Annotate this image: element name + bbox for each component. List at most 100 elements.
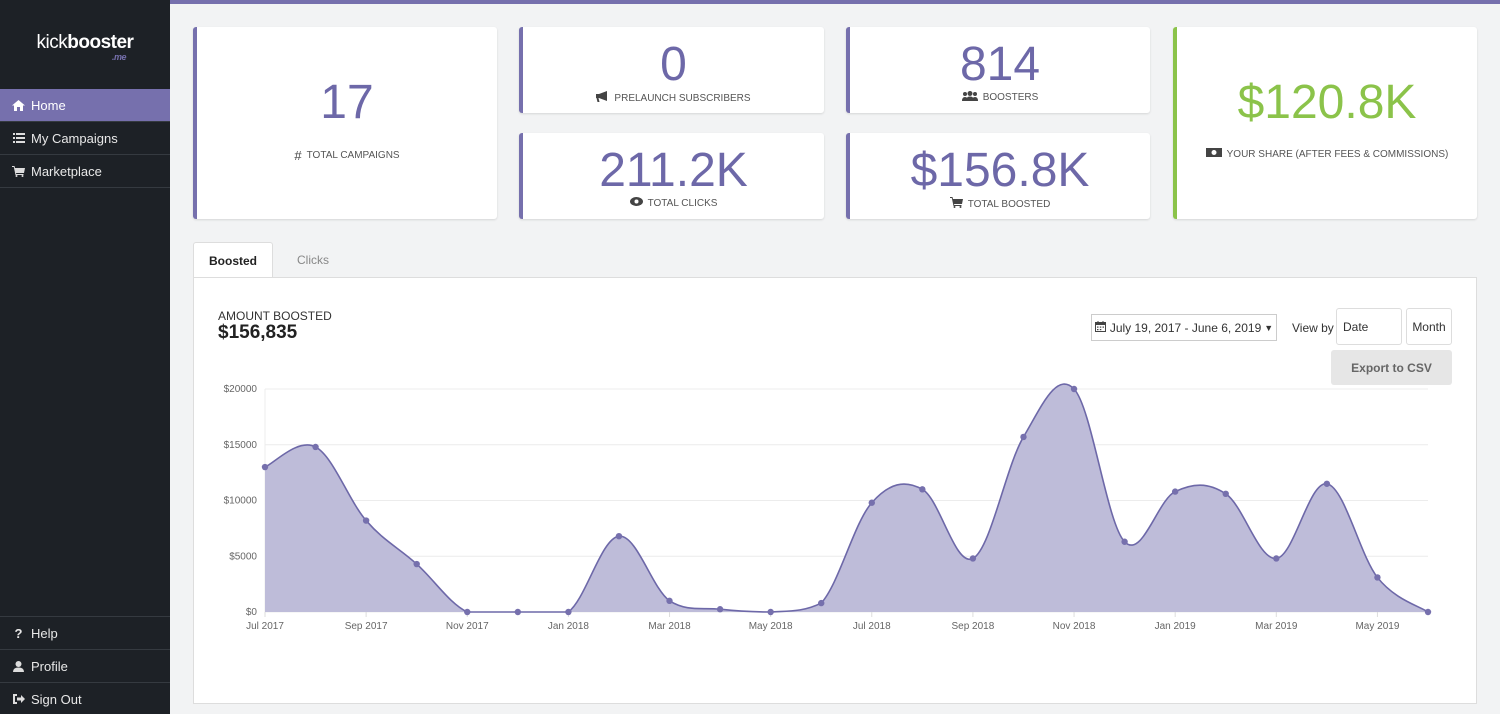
x-tick-label: Jan 2018 bbox=[548, 621, 590, 632]
date-range-text: July 19, 2017 - June 6, 2019 bbox=[1109, 320, 1262, 335]
data-point[interactable] bbox=[413, 560, 420, 568]
y-tick-label: $20000 bbox=[224, 384, 258, 395]
data-point[interactable] bbox=[919, 486, 926, 493]
y-tick-label: $10000 bbox=[224, 496, 258, 507]
stat-value: 211.2K bbox=[599, 144, 748, 197]
x-tick-label: May 2019 bbox=[1355, 621, 1399, 632]
sign-out-icon bbox=[12, 694, 25, 704]
data-point[interactable] bbox=[1273, 555, 1280, 562]
stat-label-text: PRELAUNCH SUBSCRIBERS bbox=[614, 92, 751, 104]
sidebar-item-home[interactable]: Home bbox=[0, 89, 170, 122]
sidebar-item-my-campaigns[interactable]: My Campaigns bbox=[0, 122, 170, 155]
cart-icon bbox=[949, 197, 963, 211]
cart-icon bbox=[12, 165, 25, 177]
view-by-label: View by bbox=[1292, 321, 1334, 335]
megaphone-icon bbox=[596, 91, 609, 105]
view-by-date-button[interactable]: Date bbox=[1336, 308, 1402, 345]
data-point[interactable] bbox=[716, 606, 724, 613]
stat-label: TOTAL BOOSTED bbox=[850, 197, 1150, 211]
sidebar-item-profile[interactable]: Profile bbox=[0, 649, 170, 682]
y-tick-label: $15000 bbox=[224, 440, 258, 451]
stat-card-total-boosted: $156.8K TOTAL BOOSTED bbox=[846, 133, 1150, 219]
data-point[interactable] bbox=[1222, 490, 1229, 498]
stat-label: TOTAL CLICKS bbox=[523, 197, 824, 209]
data-point[interactable] bbox=[1121, 538, 1128, 545]
users-icon bbox=[961, 91, 978, 104]
stat-card-boosters: 814 BOOSTERS bbox=[846, 27, 1150, 113]
logo[interactable]: kickbooster .me bbox=[0, 32, 170, 62]
data-point[interactable] bbox=[261, 463, 269, 471]
question-icon: ? bbox=[14, 625, 23, 641]
x-tick-label: Nov 2017 bbox=[446, 621, 489, 632]
stat-card-your-share: $120.8K YOUR SHARE (AFTER FEES & COMMISS… bbox=[1173, 27, 1477, 219]
x-tick-label: Mar 2019 bbox=[1255, 621, 1298, 632]
chart-tabs: Boosted Clicks bbox=[193, 242, 353, 278]
stat-card-prelaunch-subscribers: 0 PRELAUNCH SUBSCRIBERS bbox=[519, 27, 824, 113]
data-point[interactable] bbox=[1070, 385, 1078, 393]
stat-value: $156.8K bbox=[910, 144, 1090, 197]
stat-label-text: TOTAL CAMPAIGNS bbox=[306, 150, 400, 161]
x-tick-label: Jan 2019 bbox=[1155, 621, 1197, 632]
data-point[interactable] bbox=[312, 443, 319, 451]
sidebar-item-label: Profile bbox=[31, 658, 68, 674]
y-tick-label: $0 bbox=[246, 607, 258, 618]
boosted-area-chart: $0 $5000 $10000 $15000 $20000 Jul 2017 Sep 20… bbox=[224, 383, 1432, 632]
y-axis-labels: $0 $5000 $10000 $15000 $20000 bbox=[224, 384, 258, 618]
sidebar-item-marketplace[interactable]: Marketplace bbox=[0, 155, 170, 188]
money-icon bbox=[1205, 148, 1222, 160]
list-icon bbox=[12, 133, 25, 143]
x-tick-label: Mar 2018 bbox=[648, 621, 691, 632]
stat-label: YOUR SHARE (AFTER FEES & COMMISSIONS) bbox=[1177, 148, 1477, 160]
sidebar-nav: Home My Campaigns Marketplace bbox=[0, 89, 170, 188]
data-point[interactable] bbox=[565, 608, 572, 616]
data-point[interactable] bbox=[1323, 480, 1331, 487]
x-tick-label: May 2018 bbox=[749, 621, 793, 632]
user-icon bbox=[12, 660, 25, 672]
data-point[interactable] bbox=[1020, 433, 1027, 441]
eye-icon bbox=[629, 197, 643, 209]
calendar-icon bbox=[1094, 320, 1106, 335]
stat-label: BOOSTERS bbox=[850, 91, 1150, 104]
data-point[interactable] bbox=[362, 517, 370, 524]
data-point[interactable] bbox=[767, 608, 774, 616]
data-point[interactable] bbox=[615, 532, 623, 540]
logo-text-bold: booster bbox=[67, 32, 134, 53]
stat-label-text: YOUR SHARE (AFTER FEES & COMMISSIONS) bbox=[1226, 148, 1449, 160]
data-point[interactable] bbox=[818, 599, 825, 607]
stat-value: 814 bbox=[959, 38, 1041, 91]
stat-label: # TOTAL CAMPAIGNS bbox=[197, 148, 497, 163]
sidebar-item-label: Home bbox=[31, 97, 66, 113]
sidebar-item-help[interactable]: ? Help bbox=[0, 616, 170, 649]
amount-boosted-label: AMOUNT BOOSTED bbox=[218, 309, 332, 323]
x-tick-label: Sep 2017 bbox=[345, 621, 388, 632]
x-tick-label: Jul 2017 bbox=[246, 621, 284, 632]
data-point[interactable] bbox=[868, 499, 875, 506]
stat-label: PRELAUNCH SUBSCRIBERS bbox=[523, 91, 824, 105]
tab-clicks[interactable]: Clicks bbox=[273, 242, 353, 278]
data-point[interactable] bbox=[514, 608, 522, 616]
data-point[interactable] bbox=[1374, 574, 1381, 581]
sidebar: kickbooster .me Home My Campaigns Market… bbox=[0, 0, 170, 714]
date-range-picker[interactable]: July 19, 2017 - June 6, 2019 ▼ bbox=[1091, 314, 1277, 341]
hash-icon: # bbox=[294, 148, 302, 163]
sidebar-item-label: Help bbox=[31, 625, 58, 641]
data-point[interactable] bbox=[464, 608, 471, 616]
x-tick-label: Sep 2018 bbox=[951, 621, 994, 632]
stat-label-text: TOTAL BOOSTED bbox=[967, 198, 1051, 210]
x-tick-label: Jul 2018 bbox=[853, 621, 891, 632]
sidebar-item-sign-out[interactable]: Sign Out bbox=[0, 682, 170, 714]
data-point[interactable] bbox=[666, 597, 673, 605]
data-point[interactable] bbox=[1424, 608, 1432, 616]
stat-label-text: BOOSTERS bbox=[982, 92, 1039, 103]
data-point[interactable] bbox=[969, 555, 977, 562]
stat-value: 17 bbox=[320, 76, 374, 129]
sidebar-item-label: Marketplace bbox=[31, 163, 102, 179]
home-icon bbox=[12, 99, 25, 111]
logo-text-light: kick bbox=[36, 32, 68, 53]
x-axis-labels: Jul 2017 Sep 2017 Nov 2017 Jan 2018 Mar 2018… bbox=[246, 621, 1400, 632]
amount-boosted-value: $156,835 bbox=[218, 322, 298, 343]
data-point[interactable] bbox=[1171, 488, 1179, 495]
sidebar-item-label: My Campaigns bbox=[31, 130, 118, 146]
view-by-month-button[interactable]: Month bbox=[1406, 308, 1452, 345]
tab-boosted[interactable]: Boosted bbox=[193, 242, 273, 278]
